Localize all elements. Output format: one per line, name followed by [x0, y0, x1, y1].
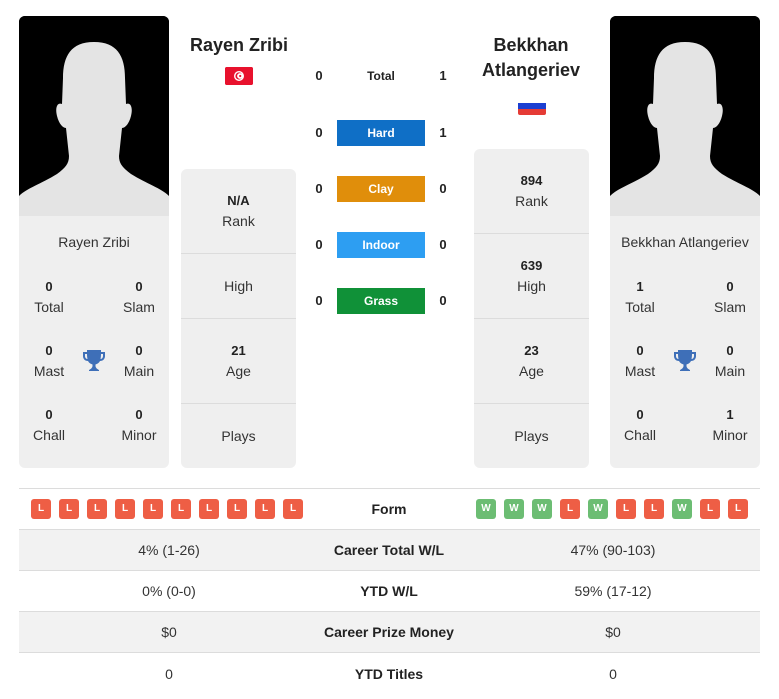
- player1-rank: N/A Rank: [181, 169, 296, 254]
- player1-name[interactable]: Rayen Zribi: [180, 33, 298, 58]
- table-row: 4% (1-26) Career Total W/L 47% (90-103): [19, 530, 760, 571]
- player1-ytd-wl: 0% (0-0): [142, 583, 196, 599]
- player2-slam-titles: 0 Slam: [714, 279, 746, 315]
- player2-prize-money: $0: [605, 624, 621, 640]
- player1-titles-card: Rayen Zribi 0 Total 0 Slam 0 Mast 0 Main 0 Ch…: [19, 216, 169, 468]
- player1-slam-titles: 0 Slam: [123, 279, 155, 315]
- player2-main-titles: 0 Main: [714, 343, 746, 379]
- surface-badge-grass[interactable]: Grass: [337, 288, 425, 314]
- h2h-p1-indoor: 0: [315, 237, 323, 252]
- player1-form-badge-loss[interactable]: L: [31, 499, 51, 519]
- h2h-row-grass: 0 Grass 0: [300, 288, 470, 314]
- player1-main-titles: 0 Main: [123, 343, 155, 379]
- player2-career-wl: 47% (90-103): [570, 542, 656, 558]
- player1-info-panel: N/A Rank High 21 Age Plays: [181, 169, 296, 468]
- h2h-row-hard: 0 Hard 1: [300, 120, 470, 146]
- h2h-p2-grass: 0: [439, 293, 447, 308]
- surface-label-total: Total: [367, 69, 395, 83]
- player1-photo: [19, 16, 169, 216]
- row-label: Career Prize Money: [324, 624, 454, 640]
- surface-badge-indoor[interactable]: Indoor: [337, 232, 425, 258]
- player1-form-badge-loss[interactable]: L: [199, 499, 219, 519]
- form-label: Form: [371, 501, 407, 517]
- player2-titles-card: Bekkhan Atlangeriev 1 Total 0 Slam 0 Mast 0…: [610, 216, 760, 468]
- player1-total-titles: 0 Total: [34, 279, 64, 315]
- player2-ytd-wl: 59% (17-12): [574, 583, 652, 599]
- player1-form-badge-loss[interactable]: L: [283, 499, 303, 519]
- h2h-p1-hard: 0: [315, 125, 323, 140]
- player2-form: WWWLWLLWLL: [476, 499, 748, 519]
- h2h-p2-total: 1: [439, 68, 447, 83]
- player1-high: High: [181, 254, 296, 319]
- player1-prize-money: $0: [161, 624, 177, 640]
- player1-mast-titles: 0 Mast: [33, 343, 65, 379]
- player2-photo: [610, 16, 760, 216]
- row-label: YTD W/L: [360, 583, 418, 599]
- player2-minor-titles: 1 Minor: [712, 407, 748, 443]
- player1-plays: Plays: [221, 428, 256, 444]
- surface-badge-clay[interactable]: Clay: [337, 176, 425, 202]
- russia-flag-icon: [518, 97, 546, 115]
- player1-form-badge-loss[interactable]: L: [143, 499, 163, 519]
- player1-form-badge-loss[interactable]: L: [87, 499, 107, 519]
- form-row: LLLLLLLLLL Form WWWLWLLWLL: [19, 489, 760, 530]
- player2-ytd-titles: 0: [609, 665, 617, 682]
- player2-high: 639 High: [474, 234, 589, 319]
- player2-total-titles: 1 Total: [625, 279, 655, 315]
- player1-ytd-titles: 0: [165, 665, 173, 682]
- player2-form-badge-loss[interactable]: L: [728, 499, 748, 519]
- player1-form-badge-loss[interactable]: L: [227, 499, 247, 519]
- player2-form-badge-loss[interactable]: L: [644, 499, 664, 519]
- player1-age: 21 Age: [181, 319, 296, 404]
- player2-form-badge-loss[interactable]: L: [700, 499, 720, 519]
- player1-career-wl: 4% (1-26): [138, 542, 200, 558]
- h2h-p1-clay: 0: [315, 181, 323, 196]
- comparison-table: LLLLLLLLLL Form WWWLWLLWLL 4% (1-26) Car…: [19, 488, 760, 694]
- h2h-row-clay: 0 Clay 0: [300, 176, 470, 202]
- player2-name[interactable]: Bekkhan Atlangeriev: [470, 33, 592, 83]
- table-row: 0% (0-0) YTD W/L 59% (17-12): [19, 571, 760, 612]
- player1-form: LLLLLLLLLL: [31, 499, 303, 519]
- table-row: 0 YTD Titles 0: [19, 653, 760, 694]
- h2h-p2-indoor: 0: [439, 237, 447, 252]
- player2-rank: 894 Rank: [474, 149, 589, 234]
- h2h-p1-total: 0: [315, 68, 323, 83]
- h2h-p2-clay: 0: [439, 181, 447, 196]
- tunisia-flag-icon: [225, 67, 253, 85]
- player1-form-badge-loss[interactable]: L: [171, 499, 191, 519]
- h2h-row-total: 0 Total 1: [300, 63, 470, 89]
- silhouette-icon: [610, 16, 760, 216]
- player2-age: 23 Age: [474, 319, 589, 404]
- player2-form-badge-win[interactable]: W: [532, 499, 552, 519]
- player2-plays: Plays: [514, 428, 549, 444]
- player1-minor-titles: 0 Minor: [121, 407, 157, 443]
- trophy-icon: [674, 350, 696, 371]
- player2-chall-titles: 0 Chall: [624, 407, 656, 443]
- surface-badge-hard[interactable]: Hard: [337, 120, 425, 146]
- player2-form-badge-loss[interactable]: L: [616, 499, 636, 519]
- player2-form-badge-win[interactable]: W: [672, 499, 692, 519]
- player1-form-badge-loss[interactable]: L: [255, 499, 275, 519]
- player1-form-badge-loss[interactable]: L: [59, 499, 79, 519]
- h2h-p1-grass: 0: [315, 293, 323, 308]
- trophy-icon: [83, 350, 105, 371]
- h2h-row-indoor: 0 Indoor 0: [300, 232, 470, 258]
- player1-card-name: Rayen Zribi: [58, 234, 130, 250]
- player2-card-name: Bekkhan Atlangeriev: [621, 234, 749, 250]
- h2h-p2-hard: 1: [439, 125, 447, 140]
- table-row: $0 Career Prize Money $0: [19, 612, 760, 653]
- player2-info-panel: 894 Rank 639 High 23 Age Plays: [474, 149, 589, 468]
- row-label: Career Total W/L: [333, 542, 445, 558]
- silhouette-icon: [19, 16, 169, 216]
- player1-chall-titles: 0 Chall: [33, 407, 65, 443]
- player2-form-badge-loss[interactable]: L: [560, 499, 580, 519]
- player2-form-badge-win[interactable]: W: [504, 499, 524, 519]
- row-label: YTD Titles: [354, 665, 424, 682]
- player2-mast-titles: 0 Mast: [624, 343, 656, 379]
- player2-form-badge-win[interactable]: W: [476, 499, 496, 519]
- player2-form-badge-win[interactable]: W: [588, 499, 608, 519]
- player1-form-badge-loss[interactable]: L: [115, 499, 135, 519]
